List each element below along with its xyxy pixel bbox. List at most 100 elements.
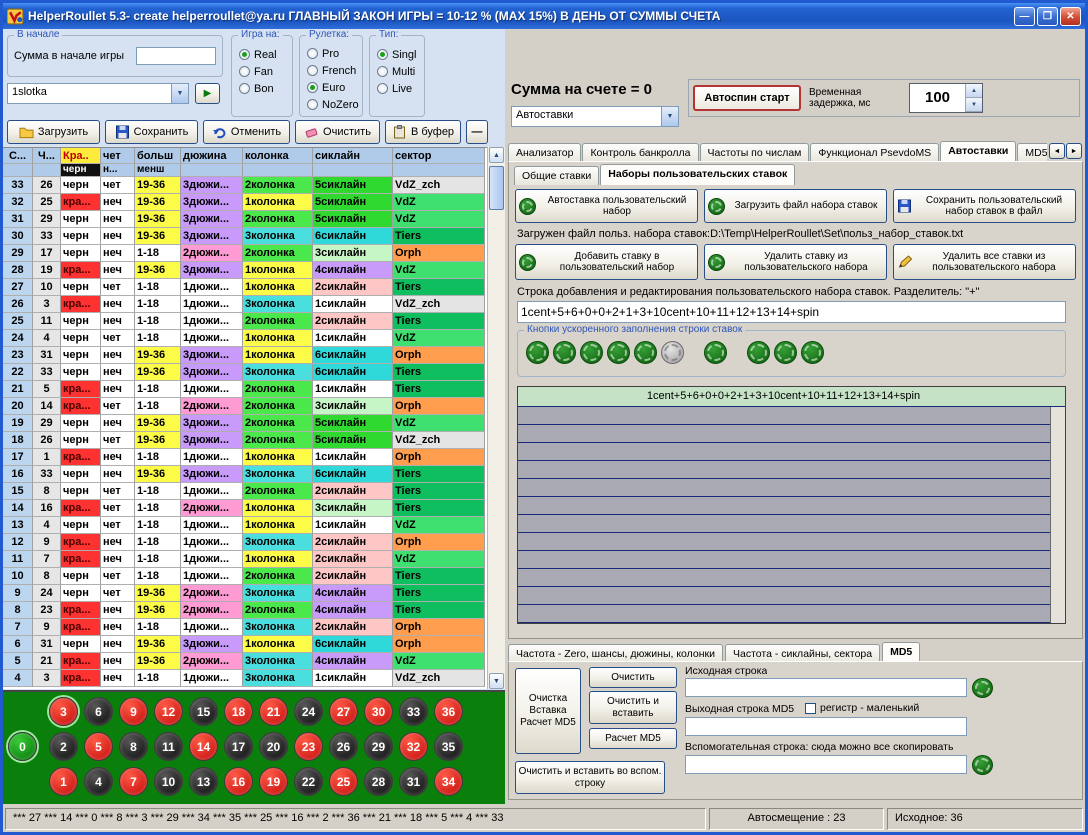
md5-calc-button[interactable]: Расчет MD5: [589, 728, 677, 749]
board-number-30[interactable]: 30: [364, 697, 393, 726]
board-number-35[interactable]: 35: [434, 732, 463, 761]
md5-clear-button[interactable]: Очистить: [589, 667, 677, 688]
board-number-17[interactable]: 17: [224, 732, 253, 761]
register-checkbox[interactable]: [805, 703, 816, 714]
history-row[interactable]: 244чернчет1-181дюжи...1колонка1сиклайнVd…: [3, 330, 487, 347]
radio-real[interactable]: Real: [239, 46, 277, 63]
board-number-29[interactable]: 29: [364, 732, 393, 761]
history-row[interactable]: 134чернчет1-181дюжи...1колонка1сиклайнVd…: [3, 517, 487, 534]
chip-icon[interactable]: [607, 341, 630, 364]
save-set-file-button[interactable]: Сохранить пользовательский набор ставок …: [893, 189, 1076, 223]
load-set-file-button[interactable]: Загрузить файл набора ставок: [704, 189, 887, 223]
bet-list-row[interactable]: [518, 605, 1065, 623]
board-number-19[interactable]: 19: [259, 767, 288, 796]
bet-list-row[interactable]: [518, 551, 1065, 569]
load-button[interactable]: Загрузить: [7, 120, 100, 144]
bet-list-row[interactable]: [518, 515, 1065, 533]
board-number-36[interactable]: 36: [434, 697, 463, 726]
chip-icon[interactable]: [774, 341, 797, 364]
subtab-наборы-пользовательских-ставок[interactable]: Наборы пользовательских ставок: [600, 164, 795, 185]
clear-button[interactable]: Очистить: [295, 120, 380, 144]
maximize-button[interactable]: ❐: [1037, 7, 1058, 26]
autobet-user-set-button[interactable]: Автоставка пользовательский набор: [515, 189, 698, 223]
chip-icon[interactable]: [553, 341, 576, 364]
tab-анализатор[interactable]: Анализатор: [508, 143, 581, 162]
chip-icon[interactable]: [704, 341, 727, 364]
history-row[interactable]: 924чернчет19-362дюжи...3колонка4сиклайнT…: [3, 585, 487, 602]
md5-aux-input[interactable]: [685, 755, 967, 774]
delete-all-bets-button[interactable]: Удалить все ставки из пользовательского …: [893, 244, 1076, 280]
md5-source-chip-button[interactable]: [972, 678, 993, 698]
history-row[interactable]: 158чернчет1-181дюжи...2колонка2сиклайнTi…: [3, 483, 487, 500]
board-number-7[interactable]: 7: [119, 767, 148, 796]
board-number-18[interactable]: 18: [224, 697, 253, 726]
slot-combobox[interactable]: 1slotka ▼: [7, 83, 189, 104]
table-scrollbar[interactable]: ▲ ▼: [487, 147, 505, 689]
minimize-button[interactable]: —: [1014, 7, 1035, 26]
add-bet-button[interactable]: Добавить ставку в пользовательский набор: [515, 244, 698, 280]
autobets-combobox[interactable]: Автоставки ▼: [511, 106, 679, 127]
history-row[interactable]: 171кра...неч1-181дюжи...1колонка1сиклайн…: [3, 449, 487, 466]
board-number-10[interactable]: 10: [154, 767, 183, 796]
radio-singl[interactable]: Singl: [377, 46, 416, 63]
tab-частоты-по-числам[interactable]: Частоты по числам: [700, 143, 810, 162]
tab-scroll-left-icon[interactable]: ◄: [1049, 143, 1065, 159]
board-number-31[interactable]: 31: [399, 767, 428, 796]
chip-icon[interactable]: [634, 341, 657, 364]
history-row[interactable]: 263кра...неч1-181дюжи...3колонка1сиклайн…: [3, 296, 487, 313]
history-row[interactable]: 2917черннеч1-182дюжи...2колонка3сиклайнO…: [3, 245, 487, 262]
board-number-28[interactable]: 28: [364, 767, 393, 796]
board-number-23[interactable]: 23: [294, 732, 323, 761]
save-button[interactable]: Сохранить: [105, 120, 198, 144]
board-number-16[interactable]: 16: [224, 767, 253, 796]
undo-button[interactable]: Отменить: [203, 120, 290, 144]
board-number-26[interactable]: 26: [329, 732, 358, 761]
history-row[interactable]: 3326чернчет19-363дюжи...2колонка5сиклайн…: [3, 177, 487, 194]
history-row[interactable]: 117кра...неч1-181дюжи...1колонка2сиклайн…: [3, 551, 487, 568]
md5-big-button[interactable]: Очистка Вставка Расчет MD5: [515, 668, 581, 754]
board-number-0[interactable]: 0: [8, 732, 37, 761]
md5-output-input[interactable]: [685, 717, 967, 736]
tab-контроль-банкролла[interactable]: Контроль банкролла: [582, 143, 698, 162]
board-number-2[interactable]: 2: [49, 732, 78, 761]
radio-multi[interactable]: Multi: [377, 63, 416, 80]
bet-list-row[interactable]: [518, 479, 1065, 497]
radio-euro[interactable]: Euro: [307, 79, 359, 96]
md5-clear-paste-button[interactable]: Очистить и вставить: [589, 691, 677, 724]
chip-icon[interactable]: [661, 341, 684, 364]
history-row[interactable]: 2511черннеч1-181дюжи...2колонка2сиклайнT…: [3, 313, 487, 330]
tab-scroll-right-icon[interactable]: ►: [1066, 143, 1082, 159]
radio-live[interactable]: Live: [377, 80, 416, 97]
board-number-9[interactable]: 9: [119, 697, 148, 726]
chevron-down-icon[interactable]: ▼: [661, 107, 678, 126]
history-row[interactable]: 1826чернчет19-363дюжи...2колонка5сиклайн…: [3, 432, 487, 449]
subtab-общие-ставки[interactable]: Общие ставки: [514, 166, 599, 185]
history-row[interactable]: 2233черннеч19-363дюжи...3колонка6сиклайн…: [3, 364, 487, 381]
board-number-14[interactable]: 14: [189, 732, 218, 761]
board-number-15[interactable]: 15: [189, 697, 218, 726]
history-row[interactable]: 108чернчет1-181дюжи...2колонка2сиклайнTi…: [3, 568, 487, 585]
board-number-27[interactable]: 27: [329, 697, 358, 726]
board-number-33[interactable]: 33: [399, 697, 428, 726]
chip-icon[interactable]: [526, 341, 549, 364]
spinner-up-icon[interactable]: ▲: [966, 84, 982, 98]
scroll-down-icon[interactable]: ▼: [489, 673, 504, 689]
history-row[interactable]: 3033черннеч19-363дюжи...3колонка6сиклайн…: [3, 228, 487, 245]
history-row[interactable]: 3225кра...неч19-363дюжи...1колонка5сикла…: [3, 194, 487, 211]
spinner-down-icon[interactable]: ▼: [966, 98, 982, 112]
board-number-21[interactable]: 21: [259, 697, 288, 726]
history-row[interactable]: 129кра...неч1-181дюжи...3колонка2сиклайн…: [3, 534, 487, 551]
board-number-8[interactable]: 8: [119, 732, 148, 761]
bet-string-input[interactable]: [517, 301, 1066, 323]
history-row[interactable]: 2710чернчет1-181дюжи...1колонка2сиклайнT…: [3, 279, 487, 296]
radio-pro[interactable]: Pro: [307, 45, 359, 62]
bet-list-row[interactable]: [518, 497, 1065, 515]
chevron-down-icon[interactable]: ▼: [171, 84, 188, 103]
tab-автоставки[interactable]: Автоставки: [940, 141, 1016, 162]
bet-list-row[interactable]: [518, 569, 1065, 587]
history-row[interactable]: 2819кра...неч19-363дюжи...1колонка4сикла…: [3, 262, 487, 279]
board-number-24[interactable]: 24: [294, 697, 323, 726]
md5-aux-chip-button[interactable]: [972, 755, 993, 775]
close-button[interactable]: ✕: [1060, 7, 1081, 26]
scrollbar-thumb[interactable]: [489, 166, 504, 210]
